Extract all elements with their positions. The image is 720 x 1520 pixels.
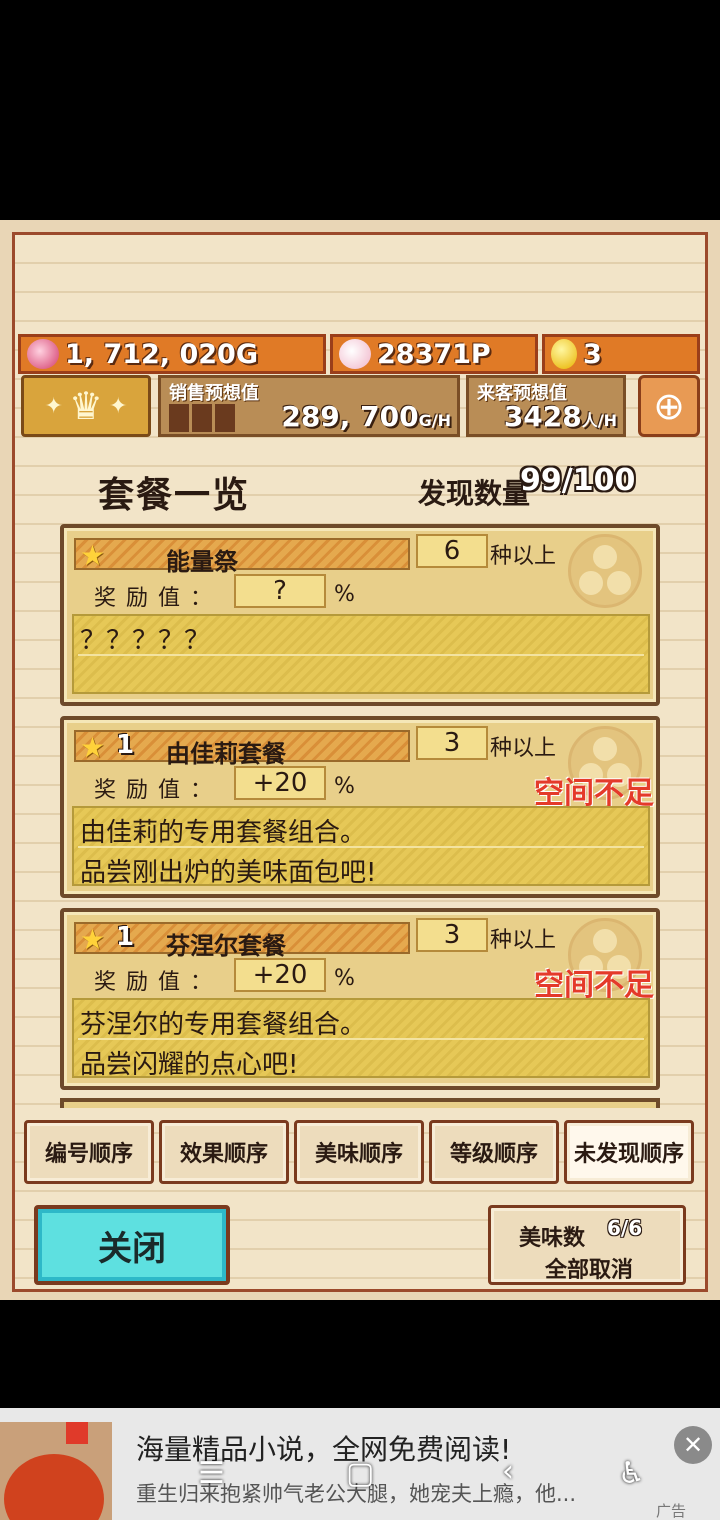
required-suffix: 种以上 [490,736,557,761]
discovered-label: 发现数量 [418,477,531,510]
desc-line-1: ？？？？？ [80,626,211,656]
sort-by-number-button[interactable]: 编号顺序 [24,1120,154,1184]
desc-line-1: 芬涅尔的专用套餐组合。 [80,1010,367,1040]
points-display: 28371P [330,334,538,374]
ad-thumbnail [0,1422,112,1520]
taste-count-value: 6/6 [607,1216,643,1240]
money-bag-icon [27,339,59,369]
reward-value: +20 [234,766,326,800]
discovered-count: 99/100 [520,463,636,498]
crown-button[interactable]: ✦ ♛ ✦ [21,375,151,437]
sort-bar: 编号顺序 效果顺序 美味顺序 等级顺序 未发现顺序 [24,1120,696,1184]
star-icon: ★ [80,539,106,572]
star-icon: ★ [80,923,106,956]
combo-card[interactable]: ★ 1 由佳莉套餐 3 种以上 奖励值： +20 % 空间不足 由佳莉的专用套餐… [60,716,660,898]
combo-card[interactable]: ★ 1 芬涅尔套餐 3 种以上 奖励值： +20 % 空间不足 芬涅尔的专用套餐… [60,908,660,1090]
card-description: ？？？？？ [72,614,650,694]
sort-by-undiscovered-button[interactable]: 未发现顺序 [564,1120,694,1184]
combo-card[interactable]: ★ 能量祭 6 种以上 奖励值： ? % ？？？？？ [60,524,660,706]
sales-bars [169,404,235,432]
reward-unit: % [334,966,355,991]
gold-value: 1, 712, 020G [65,338,258,370]
ad-headline: 海量精品小说，全网免费阅读! [136,1433,512,1466]
sparkle-icon: ✦ [109,393,128,419]
card-header: ★ 1 芬涅尔套餐 [74,922,410,960]
reward-unit: % [334,582,355,607]
egg-plus-icon: ⊕ [653,384,685,428]
desc-line-1: 由佳莉的专用套餐组合。 [80,818,367,848]
game-screen: 1, 712, 020G 28371P 3 ✦ ♛ ✦ 销售预想值 289, 7… [0,220,720,1300]
card-name: 能量祭 [166,548,238,576]
sales-prediction: 销售预想值 289, 700G/H [158,375,460,437]
eggs-value: 3 [583,338,602,370]
required-count: 3 [416,918,488,952]
reward-value: +20 [234,958,326,992]
required-suffix: 种以上 [490,928,557,953]
card-header: ★ 1 由佳莉套餐 [74,730,410,768]
smile-face-icon [339,339,371,369]
bookmark-icon [66,1422,88,1444]
sort-by-taste-button[interactable]: 美味顺序 [294,1120,424,1184]
sales-label: 销售预想值 [169,383,259,404]
cancel-all-label: 全部取消 [545,1258,634,1283]
page-title: 套餐一览 [98,475,251,516]
star-icon: ★ [80,731,106,764]
accessibility-icon[interactable]: ♿ [618,1456,645,1491]
prediction-row: ✦ ♛ ✦ 销售预想值 289, 700G/H 来客预想值 3428人/H ⊕ [18,375,700,437]
reward-label: 奖励值： [94,970,223,995]
card-name: 芬涅尔套餐 [166,932,286,960]
taste-count-label: 美味数 [519,1226,586,1251]
cancel-all-button[interactable]: 美味数 6/6 全部取消 [488,1205,686,1285]
add-customer-button[interactable]: ⊕ [638,375,700,437]
tomato-logo-icon [4,1454,104,1520]
ad-tag: 广告 [656,1502,687,1520]
required-count: 6 [416,534,488,568]
card-name: 由佳莉套餐 [166,740,286,768]
sales-value: 289, 700G/H [281,400,451,433]
crown-icon: ♛ [68,384,104,428]
desc-line-2: 品尝刚出炉的美味面包吧! [80,858,377,888]
golden-egg-icon [551,339,577,369]
home-icon[interactable]: ▢ [346,1456,374,1491]
card-level: 1 [116,922,135,952]
character-emblem-icon [568,534,642,608]
sparkle-icon: ✦ [44,393,63,419]
card-description: 芬涅尔的专用套餐组合。 品尝闪耀的点心吧! [72,998,650,1080]
points-value: 28371P [377,338,491,370]
reward-label: 奖励值： [94,586,223,611]
ad-banner[interactable]: 海量精品小说，全网免费阅读! 重生归来抱紧帅气老公大腿，她宠夫上瘾，他... ✕… [0,1408,720,1520]
card-level: 1 [116,730,135,760]
close-button[interactable]: 关闭 [34,1205,230,1285]
reward-unit: % [334,774,355,799]
eggs-display: 3 [542,334,700,374]
card-description: 由佳莉的专用套餐组合。 品尝刚出炉的美味面包吧! [72,806,650,888]
required-suffix: 种以上 [490,544,557,569]
gold-display: 1, 712, 020G [18,334,326,374]
required-count: 3 [416,726,488,760]
visitor-prediction: 来客预想值 3428人/H [466,375,626,437]
desc-line-2: 品尝闪耀的点心吧! [80,1050,299,1080]
menu-icon[interactable]: ☰ [198,1456,225,1491]
reward-value: ? [234,574,326,608]
close-icon[interactable]: ✕ [674,1426,712,1464]
sort-by-level-button[interactable]: 等级顺序 [429,1120,559,1184]
card-header: ★ 能量祭 [74,538,410,576]
status-bar: 1, 712, 020G 28371P 3 [18,334,700,374]
visitors-value: 3428人/H [503,400,617,433]
reward-label: 奖励值： [94,778,223,803]
sort-by-effect-button[interactable]: 效果顺序 [159,1120,289,1184]
next-card-edge [60,1098,660,1108]
back-icon[interactable]: ‹ [502,1454,514,1489]
